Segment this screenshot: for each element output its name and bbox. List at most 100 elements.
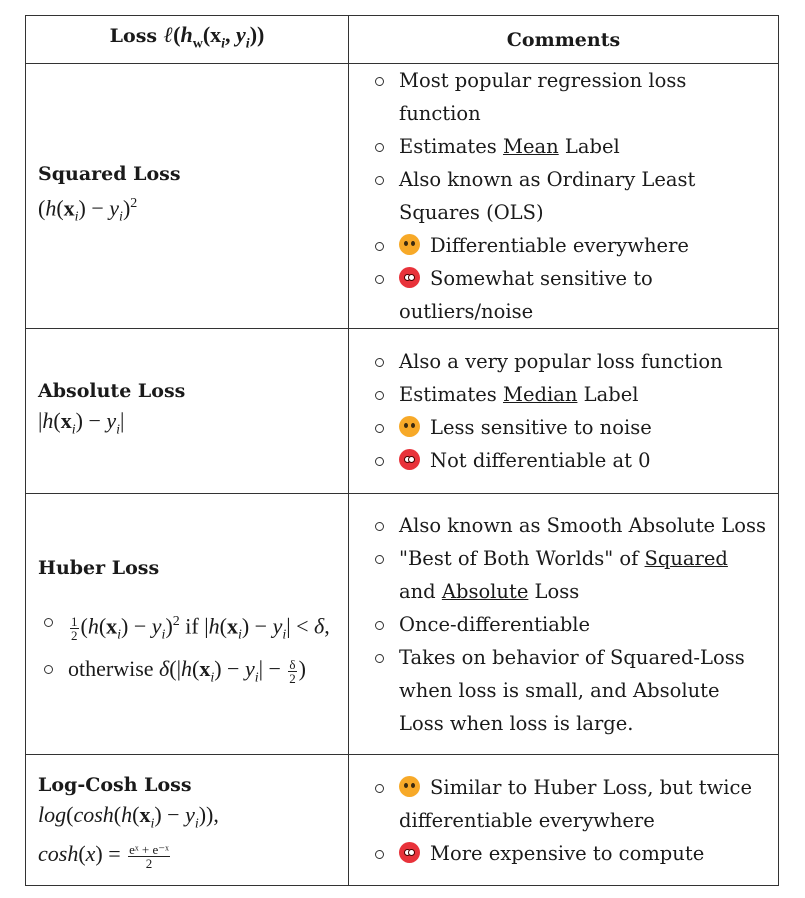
comment-item: Estimates Mean Label bbox=[369, 130, 766, 163]
formula-part: ) − bbox=[241, 613, 273, 639]
formula-part: y bbox=[109, 195, 120, 221]
comment-item: Differentiable everywhere bbox=[369, 229, 766, 262]
formula-part: | bbox=[120, 408, 125, 434]
formula-part: Once-differentiable bbox=[399, 612, 591, 636]
angry-face-icon bbox=[399, 449, 420, 470]
formula-part: ) − bbox=[121, 613, 152, 639]
comment-item: Also a very popular loss function bbox=[369, 345, 766, 378]
formula-part: h bbox=[208, 613, 220, 639]
formula-part: 2 bbox=[130, 196, 138, 212]
comment-item: More expensive to compute bbox=[369, 837, 766, 870]
formula-part: Takes on behavior of Squared-Loss when l… bbox=[399, 645, 745, 735]
cosh-definition: cosh(x) = eˣ + e⁻ˣ 2 bbox=[38, 839, 338, 871]
formula-part: Also a very popular loss function bbox=[399, 350, 723, 373]
formula-part: δ2 bbox=[288, 656, 297, 686]
formula-part: Median bbox=[503, 383, 578, 406]
formula-part: , bbox=[324, 613, 330, 639]
formula-part: log bbox=[38, 802, 67, 828]
formula-part: y bbox=[185, 802, 195, 828]
comment-item: "Best of Both Worlds" of Squared and Abs… bbox=[369, 542, 766, 608]
formula-part: 2 bbox=[172, 614, 180, 630]
comment-item: Not differentiable at 0 bbox=[369, 444, 766, 477]
formula-part: x bbox=[210, 21, 222, 47]
formula-part: )), bbox=[198, 802, 219, 828]
formula-part: y bbox=[272, 613, 283, 639]
loss-name: Huber Loss bbox=[38, 557, 160, 580]
header-row: Loss ℓ(hw(xi, yi)) Comments bbox=[25, 15, 779, 64]
formula-part: )) bbox=[249, 21, 265, 47]
huber-cases-list: 1 2 (h(xi) − yi)2 if |h(xi) − yi| < δ, oth… bbox=[38, 605, 338, 694]
formula-part: h bbox=[181, 656, 192, 682]
table-row: Absolute Loss |h(xi) − yi| Also a very po… bbox=[25, 328, 779, 494]
formula-part: , bbox=[225, 21, 237, 47]
formula-part: h bbox=[42, 408, 54, 434]
loss-formula: ℓ(hw(xi, yi)) bbox=[164, 21, 265, 51]
comments-list: Similar to Huber Loss, but twice differe… bbox=[369, 771, 766, 870]
formula-part: Loss bbox=[528, 579, 580, 603]
formula-part: x bbox=[63, 195, 75, 221]
formula-part: y bbox=[151, 613, 162, 639]
formula-part: Somewhat sensitive to outliers/noise bbox=[399, 267, 653, 323]
formula-part: ) = bbox=[95, 841, 127, 867]
formula-part: ) − bbox=[214, 656, 245, 682]
loss-functions-table: Loss ℓ(hw(xi, yi)) Comments Squared Loss… bbox=[25, 15, 779, 886]
loss-formula: log(cosh(h(xi) − yi)), bbox=[38, 800, 338, 839]
formula-part: δ bbox=[314, 613, 325, 639]
formula-part: Similar to Huber Loss, but twice differe… bbox=[399, 775, 752, 832]
smiling-face-icon bbox=[399, 416, 420, 437]
comments-list: Most popular regression loss function Est… bbox=[369, 64, 766, 328]
smiling-face-icon bbox=[399, 234, 420, 255]
formula-part: Most popular regression loss function bbox=[399, 69, 687, 125]
comment-item: Also known as Ordinary Least Squares (OL… bbox=[369, 163, 766, 229]
comments-list: Also known as Smooth Absolute Loss "Best … bbox=[369, 509, 766, 740]
formula-part: Mean bbox=[503, 135, 559, 158]
comment-item: Estimates Median Label bbox=[369, 378, 766, 411]
table-row: Log-Cosh Loss log(cosh(h(xi) − yi)), cosh(… bbox=[25, 754, 779, 886]
formula-part: eˣ + e⁻ˣ 2 bbox=[128, 841, 170, 871]
formula-part: ( bbox=[219, 613, 227, 639]
formula-part: 12 bbox=[70, 614, 79, 644]
comment-item: Most popular regression loss function bbox=[369, 64, 766, 130]
formula-part: "Best of Both Worlds" of bbox=[399, 546, 645, 570]
formula-part: ) bbox=[298, 656, 306, 682]
formula-part: More expensive to compute bbox=[430, 841, 705, 865]
formula-part: ( bbox=[56, 195, 64, 221]
loss-formula: |h(xi) − yi| bbox=[38, 406, 338, 445]
loss-column-header: Loss ℓ(hw(xi, yi)) bbox=[25, 15, 349, 64]
formula-part: ) − bbox=[75, 408, 107, 434]
loss-name: Log-Cosh Loss bbox=[38, 774, 192, 797]
formula-part: h bbox=[180, 21, 193, 47]
formula-part: y bbox=[106, 408, 117, 434]
formula-part: h bbox=[87, 613, 99, 639]
comment-item: Takes on behavior of Squared-Loss when l… bbox=[369, 641, 766, 740]
formula-part: Not differentiable at 0 bbox=[430, 449, 651, 472]
comment-item: Also known as Smooth Absolute Loss bbox=[369, 509, 766, 542]
table-row: Squared Loss (h(xi) − yi)2 Most popular r… bbox=[25, 63, 779, 329]
comments-list: Also a very popular loss function Estimat… bbox=[369, 345, 766, 477]
formula-part: ) − bbox=[154, 802, 186, 828]
formula-part: | < bbox=[286, 613, 315, 639]
formula-part: ) bbox=[165, 613, 173, 639]
formula-part: cosh bbox=[38, 841, 79, 867]
formula-part: if | bbox=[179, 613, 209, 639]
formula-part: Estimates bbox=[399, 135, 504, 158]
formula-part: | − bbox=[258, 656, 287, 682]
huber-case: otherwise δ(|h(xi) − yi| − δ 2) bbox=[38, 652, 338, 694]
formula-part: ( bbox=[113, 802, 122, 828]
formula-part: Squared bbox=[644, 546, 728, 570]
comment-item: Once-differentiable bbox=[369, 608, 766, 641]
formula-part: ( bbox=[78, 841, 86, 867]
formula-part: (| bbox=[169, 656, 181, 682]
huber-case: 1 2 (h(xi) − yi)2 if |h(xi) − yi| < δ, bbox=[38, 605, 338, 652]
formula-part: x bbox=[139, 802, 151, 828]
formula-part: x bbox=[199, 656, 211, 682]
formula-part: Differentiable everywhere bbox=[430, 234, 689, 257]
table-row: Huber Loss 1 2 (h(xi) − yi)2 if |h(xi) − y… bbox=[25, 493, 779, 755]
formula-part: x bbox=[226, 613, 238, 639]
formula-part: ( bbox=[53, 408, 61, 434]
angry-face-icon bbox=[399, 841, 420, 863]
formula-part: y bbox=[244, 656, 255, 682]
formula-part: h bbox=[45, 195, 57, 221]
formula-part: w bbox=[192, 36, 203, 52]
formula-part: x bbox=[106, 613, 118, 639]
